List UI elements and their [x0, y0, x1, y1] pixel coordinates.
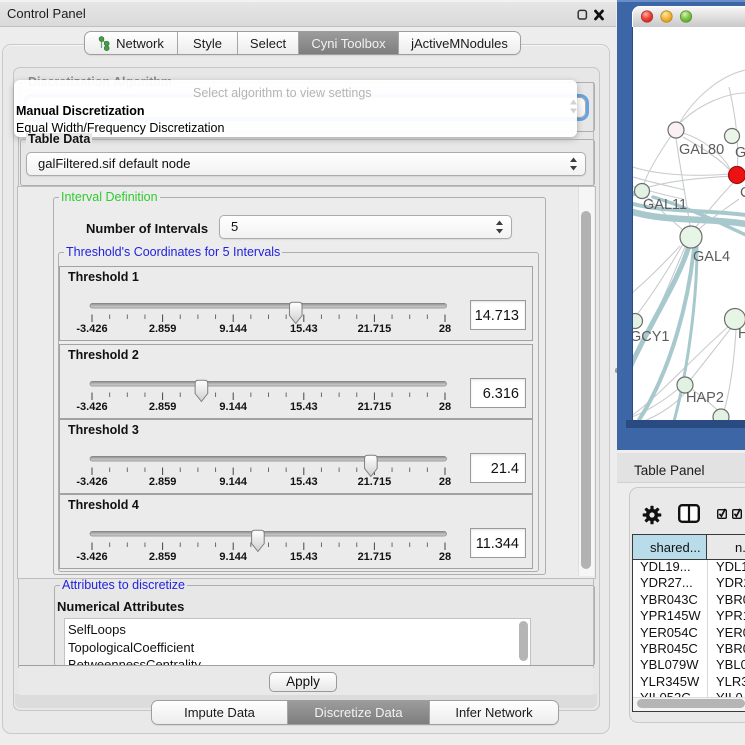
svg-text:21.715: 21.715 — [358, 323, 392, 335]
svg-text:9.144: 9.144 — [219, 401, 247, 413]
svg-text:GAL11: GAL11 — [643, 197, 687, 213]
svg-text:21.715: 21.715 — [358, 551, 392, 563]
svg-text:21.715: 21.715 — [358, 401, 392, 413]
svg-text:2.859: 2.859 — [149, 476, 177, 488]
svg-text:GA: GA — [735, 145, 745, 161]
svg-text:28: 28 — [439, 323, 451, 335]
svg-text:15.43: 15.43 — [290, 323, 318, 335]
svg-text:HAP2: HAP2 — [686, 390, 724, 406]
svg-text:15.43: 15.43 — [290, 476, 318, 488]
svg-text:-3.426: -3.426 — [76, 476, 107, 488]
svg-text:28: 28 — [439, 551, 451, 563]
svg-text:2.859: 2.859 — [149, 551, 177, 563]
svg-text:15.43: 15.43 — [290, 551, 318, 563]
svg-text:GAL4: GAL4 — [693, 249, 730, 265]
svg-text:2.859: 2.859 — [149, 401, 177, 413]
svg-text:28: 28 — [439, 476, 451, 488]
svg-text:15.43: 15.43 — [290, 401, 318, 413]
svg-text:28: 28 — [439, 401, 451, 413]
svg-text:2.859: 2.859 — [149, 323, 177, 335]
svg-text:21.715: 21.715 — [358, 476, 392, 488]
svg-text:9.144: 9.144 — [219, 323, 247, 335]
svg-text:-3.426: -3.426 — [76, 401, 107, 413]
svg-text:9.144: 9.144 — [219, 476, 247, 488]
svg-text:9.144: 9.144 — [219, 551, 247, 563]
svg-text:CY: CY — [740, 185, 745, 201]
svg-text:HA: HA — [738, 326, 745, 342]
svg-text:-3.426: -3.426 — [76, 323, 107, 335]
svg-text:GAL80: GAL80 — [679, 142, 724, 158]
svg-text:-3.426: -3.426 — [76, 551, 107, 563]
svg-text:GCY1: GCY1 — [633, 329, 670, 345]
